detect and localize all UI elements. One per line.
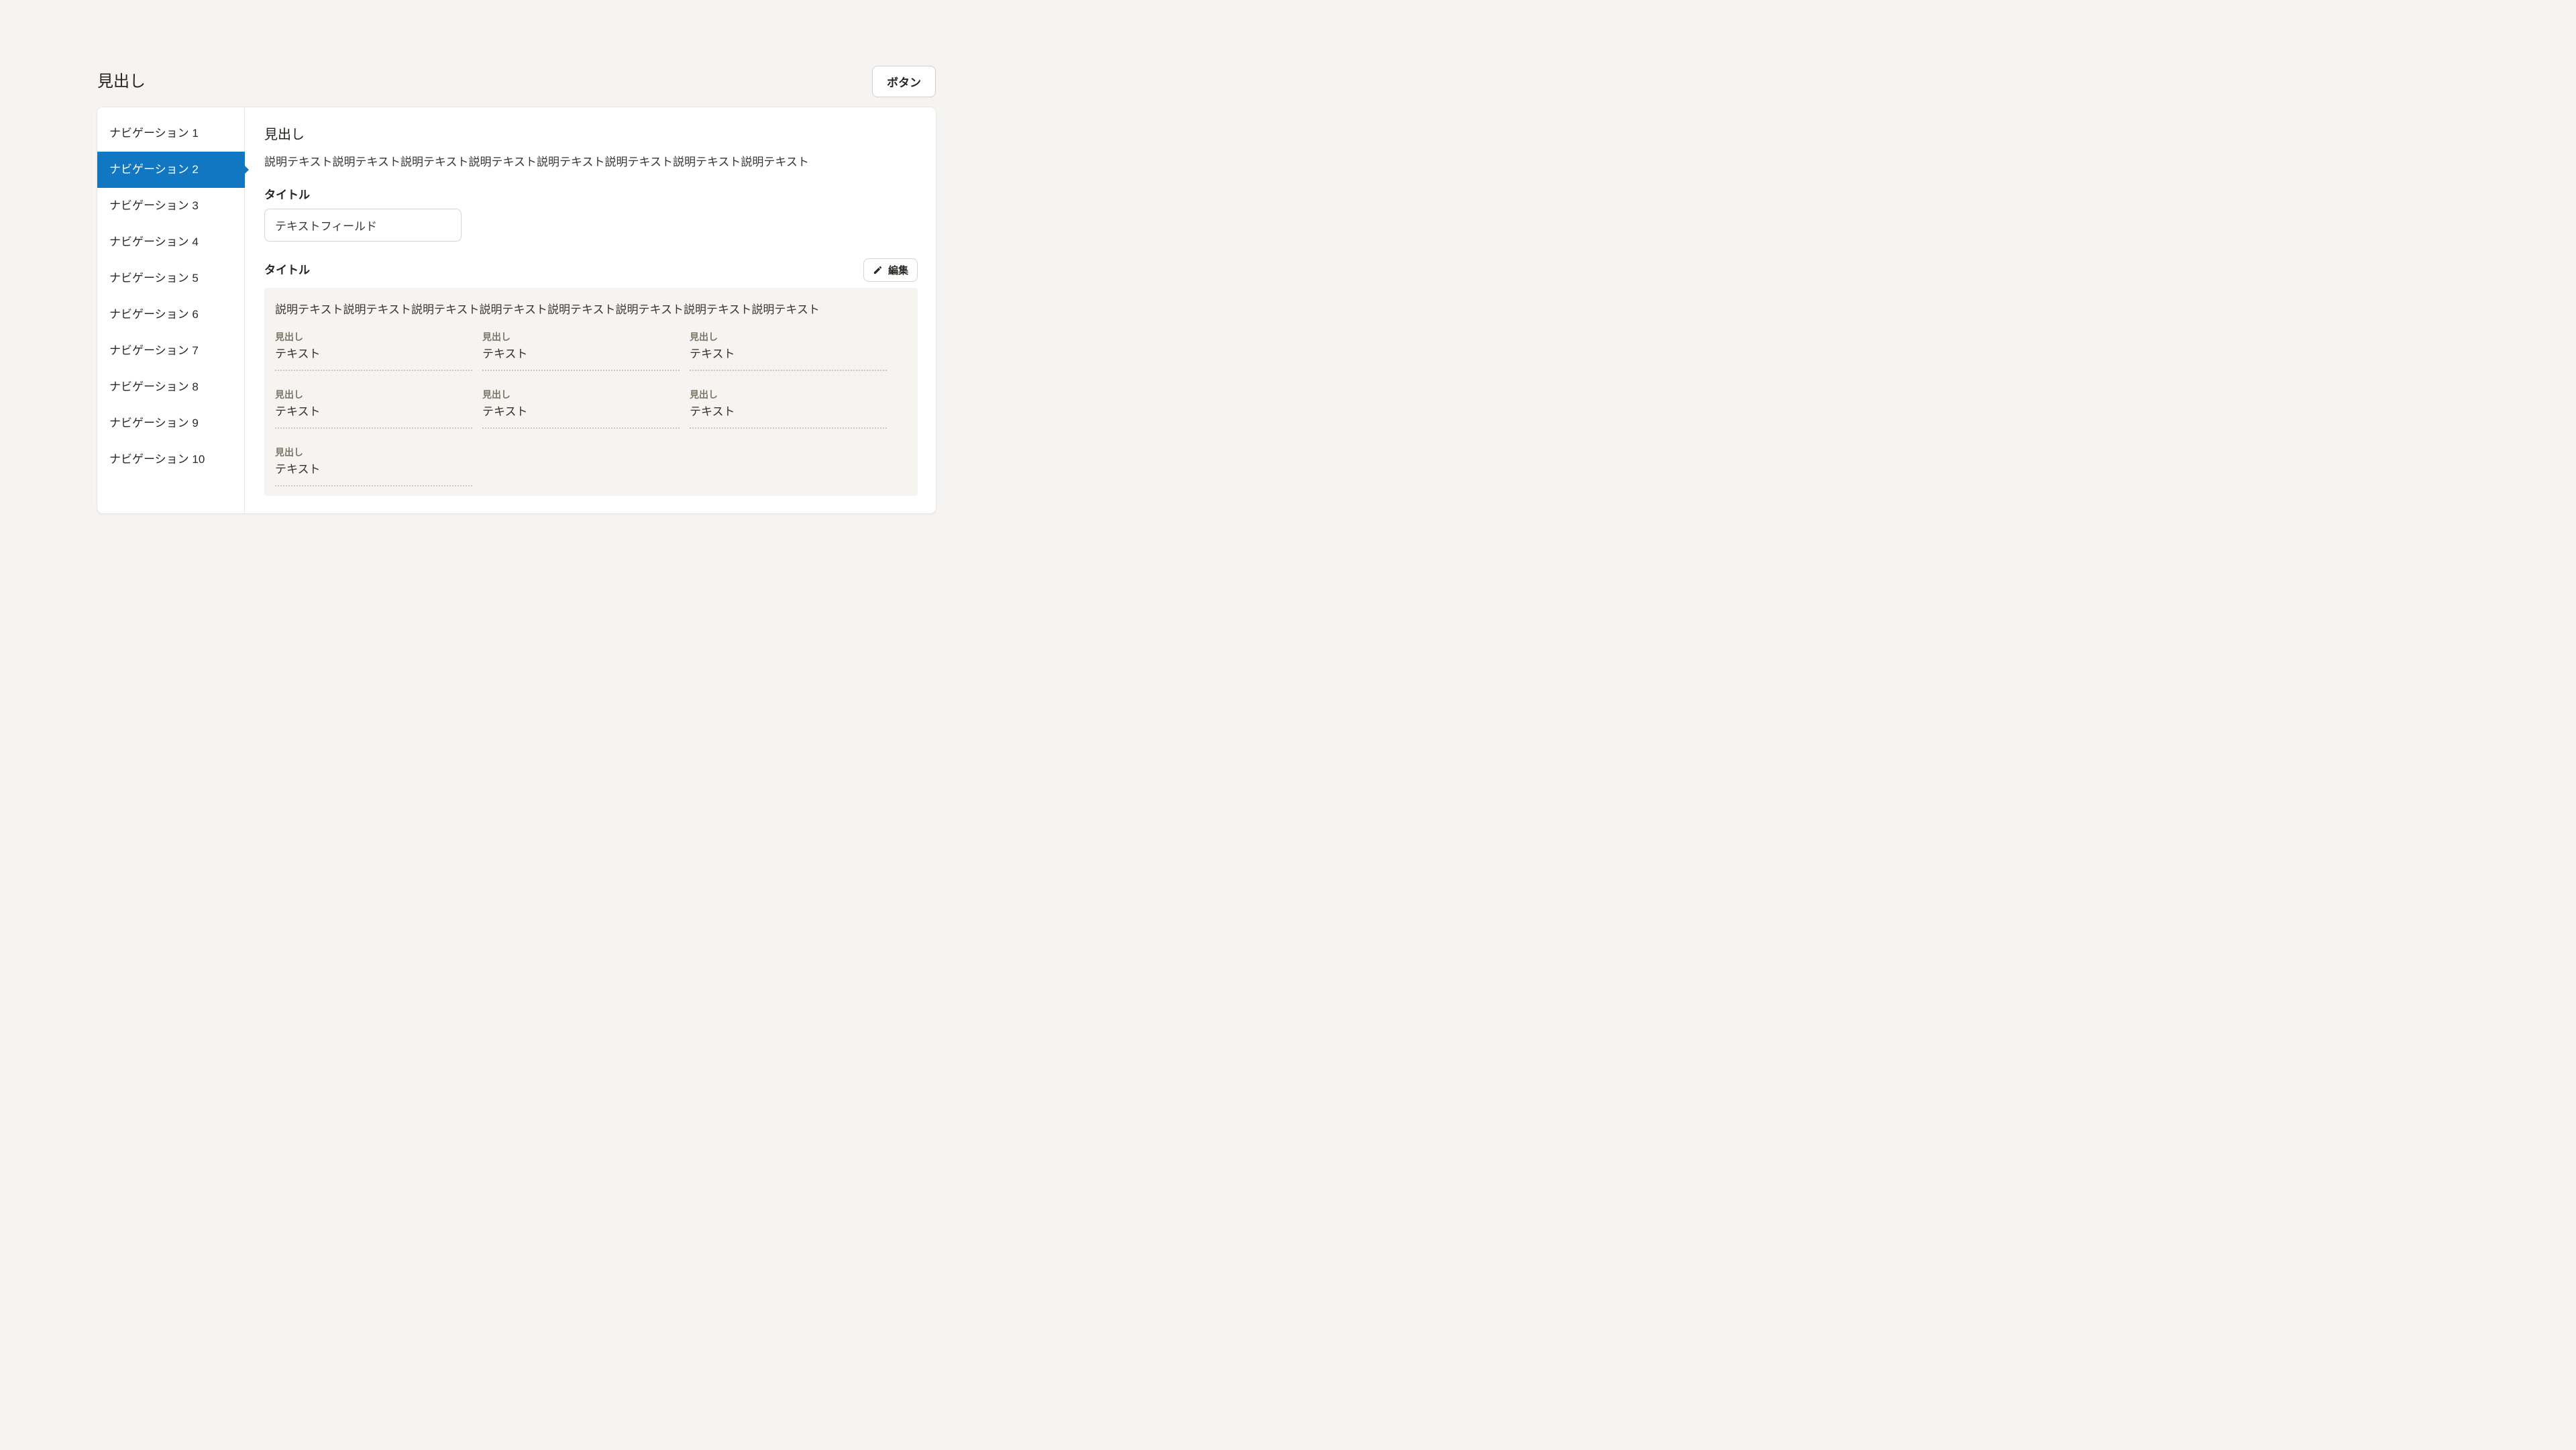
detail-item-label: 見出し <box>690 389 887 401</box>
detail-item-label: 見出し <box>275 331 472 343</box>
nav-item-label: ナビゲーション 3 <box>109 199 199 212</box>
sidebar-nav-item[interactable]: ナビゲーション 7 <box>97 333 244 369</box>
detail-item-value: テキスト <box>275 405 472 419</box>
detail-item-value: テキスト <box>275 347 472 362</box>
nav-item-label: ナビゲーション 1 <box>109 127 199 140</box>
nav-item-label: ナビゲーション 5 <box>109 272 199 284</box>
content-pane: 見出し 説明テキスト説明テキスト説明テキスト説明テキスト説明テキスト説明テキスト… <box>245 107 936 513</box>
selected-arrow-icon <box>245 166 249 174</box>
sidebar-nav-item[interactable]: ナビゲーション 3 <box>97 188 244 224</box>
sidebar-nav-item[interactable]: ナビゲーション 9 <box>97 405 244 442</box>
detail-item-value: テキスト <box>482 347 680 362</box>
nav-item-label: ナビゲーション 7 <box>109 344 199 357</box>
nav-item-label: ナビゲーション 6 <box>109 308 199 321</box>
detail-item-label: 見出し <box>482 331 680 343</box>
detail-item-label: 見出し <box>482 389 680 401</box>
detail-item-label: 見出し <box>275 446 472 458</box>
edit-button[interactable]: 編集 <box>863 258 918 282</box>
detail-item-value: テキスト <box>482 405 680 419</box>
page: 見出し ボタン ナビゲーション 1 ナビゲーション 2 ナビゲーション 3 ナビ… <box>0 0 1030 580</box>
detail-item: 見出し テキスト <box>690 389 887 429</box>
nav-item-label: ナビゲーション 2 <box>109 163 199 176</box>
detail-item: 見出し テキスト <box>275 446 472 486</box>
nav-item-label: ナビゲーション 4 <box>109 236 199 248</box>
text-field-label: タイトル <box>264 188 918 203</box>
sidebar-nav-item[interactable]: ナビゲーション 2 <box>97 152 245 188</box>
detail-item-value: テキスト <box>275 462 472 477</box>
detail-item: 見出し テキスト <box>275 389 472 429</box>
main-card: ナビゲーション 1 ナビゲーション 2 ナビゲーション 3 ナビゲーション 4 … <box>97 107 936 513</box>
nav-item-label: ナビゲーション 8 <box>109 380 199 393</box>
detail-item: 見出し テキスト <box>482 389 680 429</box>
sidebar-nav-item[interactable]: ナビゲーション 6 <box>97 297 244 333</box>
content-heading: 見出し <box>264 125 918 144</box>
sidebar-nav-item[interactable]: ナビゲーション 10 <box>97 442 244 478</box>
sidebar-nav-item[interactable]: ナビゲーション 8 <box>97 369 244 405</box>
sidebar-nav-item[interactable]: ナビゲーション 4 <box>97 224 244 260</box>
primary-action-button[interactable]: ボタン <box>872 66 936 97</box>
detail-item-label: 見出し <box>690 331 887 343</box>
detail-item-value: テキスト <box>690 405 887 419</box>
nav-item-label: ナビゲーション 10 <box>109 453 205 466</box>
detail-item: 見出し テキスト <box>690 331 887 371</box>
title-text-field[interactable] <box>264 209 462 242</box>
detail-item-label: 見出し <box>275 389 472 401</box>
details-panel: 説明テキスト説明テキスト説明テキスト説明テキスト説明テキスト説明テキスト説明テキ… <box>264 288 918 496</box>
section-header: タイトル 編集 <box>264 258 918 282</box>
pencil-icon <box>873 265 883 275</box>
sidebar-nav-item[interactable]: ナビゲーション 5 <box>97 260 244 297</box>
sidebar: ナビゲーション 1 ナビゲーション 2 ナビゲーション 3 ナビゲーション 4 … <box>97 107 245 513</box>
detail-item-value: テキスト <box>690 347 887 362</box>
nav-item-label: ナビゲーション 9 <box>109 417 199 429</box>
detail-item: 見出し テキスト <box>275 331 472 371</box>
page-title: 見出し <box>97 71 146 93</box>
sidebar-nav-item[interactable]: ナビゲーション 1 <box>97 115 244 152</box>
detail-grid: 見出し テキスト 見出し テキスト 見出し テキスト 見出し テキスト 見出し … <box>275 331 907 486</box>
sidebar-nav-list: ナビゲーション 1 ナビゲーション 2 ナビゲーション 3 ナビゲーション 4 … <box>97 115 244 478</box>
detail-item: 見出し テキスト <box>482 331 680 371</box>
content-description: 説明テキスト説明テキスト説明テキスト説明テキスト説明テキスト説明テキスト説明テキ… <box>264 154 918 170</box>
section-label: タイトル <box>264 263 310 278</box>
panel-description: 説明テキスト説明テキスト説明テキスト説明テキスト説明テキスト説明テキスト説明テキ… <box>275 303 907 317</box>
edit-button-label: 編集 <box>888 263 908 277</box>
